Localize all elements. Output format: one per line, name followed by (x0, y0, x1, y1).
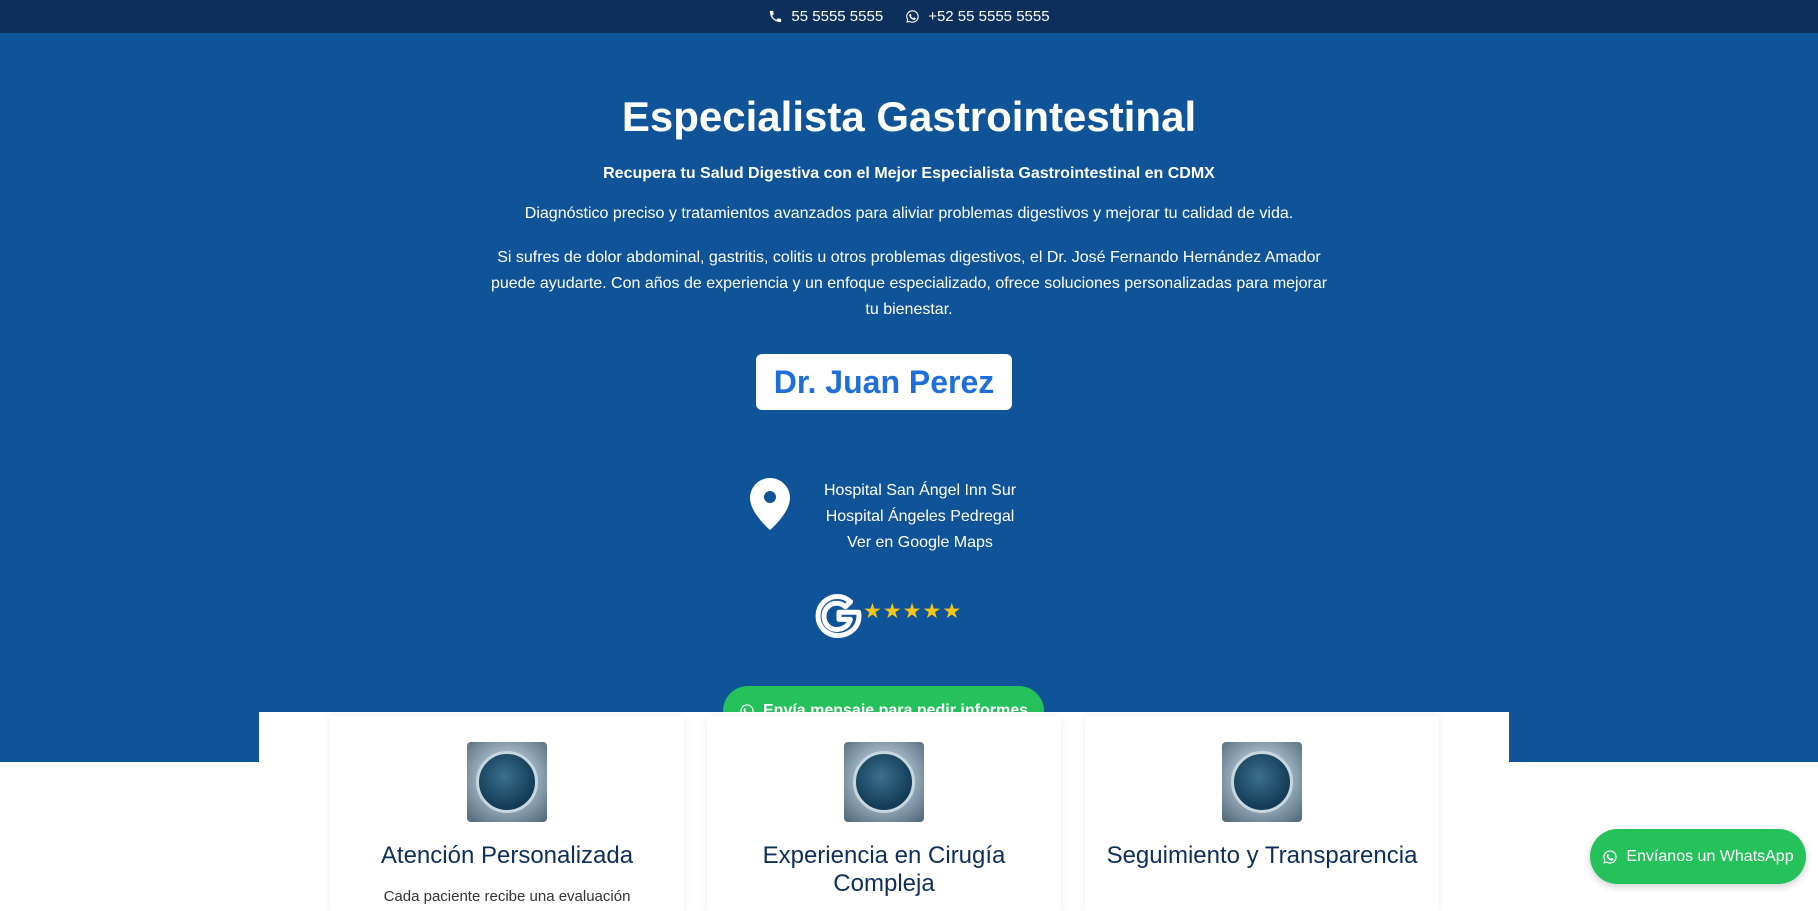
feature-card: Atención Personalizada Cada paciente rec… (330, 716, 684, 911)
location-list: Hospital San Ángel Inn Sur Hospital Ánge… (810, 478, 1030, 556)
star-icon: ★ (922, 600, 942, 623)
medical-cross-icon (844, 742, 924, 822)
map-pin-icon (750, 478, 790, 530)
whatsapp-icon (906, 10, 919, 23)
hero-lead: Diagnóstico preciso y tratamientos avanz… (524, 205, 1294, 222)
hero-subtitle: Recupera tu Salud Digestiva con el Mejor… (603, 165, 1215, 182)
rating-stars: ★ ★ ★ ★ ★ (863, 600, 962, 623)
star-icon: ★ (882, 600, 902, 623)
doctor-name: Dr. Juan Perez (773, 363, 995, 400)
google-maps-link[interactable]: Ver en Google Maps (810, 530, 1030, 556)
phone-contact[interactable]: 55 5555 5555 (768, 8, 883, 25)
feature-card: Seguimiento y Transparencia (1085, 716, 1439, 911)
feature-title: Experiencia en Cirugía Compleja (762, 842, 1006, 897)
location-block: Hospital San Ángel Inn Sur Hospital Ánge… (750, 445, 1030, 555)
star-icon: ★ (902, 600, 922, 623)
feature-title: Seguimiento y Transparencia (1106, 842, 1418, 869)
top-contact-bar: 55 5555 5555 +52 55 5555 5555 (0, 0, 1818, 33)
whatsapp-contact[interactable]: +52 55 5555 5555 (905, 8, 1050, 25)
page-title: Especialista Gastrointestinal (621, 93, 1197, 140)
location-item: Hospital Ángeles Pedregal (825, 508, 1015, 525)
google-icon (815, 594, 862, 638)
phone-icon (770, 10, 782, 23)
location-item: Hospital San Ángel Inn Sur (823, 482, 1017, 499)
google-rating: ★ ★ ★ ★ ★ (815, 588, 961, 640)
whatsapp-number: +52 55 5555 5555 (928, 8, 1050, 25)
medical-cross-icon (467, 742, 547, 822)
feature-title: Atención Personalizada (380, 842, 634, 869)
phone-number: 55 5555 5555 (791, 8, 884, 25)
floating-whatsapp-button[interactable]: Envíanos un WhatsApp (1590, 829, 1806, 884)
whatsapp-icon (1603, 849, 1618, 864)
star-icon: ★ (942, 600, 962, 623)
floating-whatsapp-label: Envíanos un WhatsApp (1626, 847, 1794, 865)
doctor-name-badge: Dr. Juan Perez (756, 354, 1012, 410)
feature-text: Cada paciente recibe una evaluación (383, 888, 631, 905)
star-icon: ★ (863, 600, 882, 623)
hero-description: Si sufres de dolor abdominal, gastritis,… (490, 249, 1328, 318)
feature-card: Experiencia en Cirugía Compleja (707, 716, 1061, 911)
medical-cross-icon (1222, 742, 1302, 822)
